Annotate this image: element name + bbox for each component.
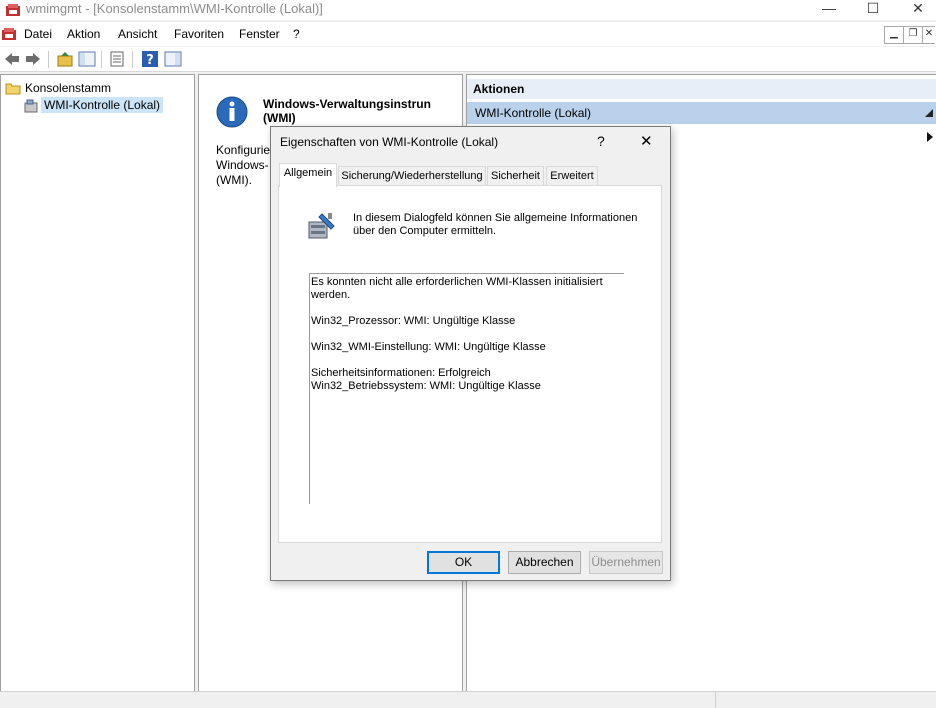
snapin-description: Konfigurie Windows- (WMI). (216, 143, 270, 188)
wmi-app-icon (6, 4, 20, 16)
tree-item-wmi-control[interactable]: WMI-Kontrolle (Lokal) (41, 97, 164, 113)
info-icon (216, 96, 248, 128)
menu-datei[interactable]: Datei (24, 27, 52, 41)
cancel-button[interactable]: Abbrechen (508, 551, 581, 574)
wmi-control-icon (24, 99, 38, 113)
menu-favoriten[interactable]: Favoriten (174, 27, 224, 41)
status-separator (715, 692, 716, 708)
heading-line: Windows-Verwaltungsinstrun (263, 97, 431, 111)
status-message: Win32_Betriebssystem: WMI: Ungültige Kla… (311, 380, 541, 392)
tab-erweitert[interactable]: Erweitert (546, 166, 598, 186)
window-title: wmimgmt - [Konsolenstamm\WMI-Kontrolle (… (26, 1, 323, 16)
actions-header: Aktionen (467, 79, 936, 99)
properties-icon[interactable] (108, 50, 126, 68)
status-bar (0, 691, 936, 708)
up-folder-icon[interactable] (56, 50, 74, 68)
status-messages-box: Es konnten nicht alle erforderlichen WMI… (309, 273, 624, 504)
close-button[interactable]: ✕ (895, 0, 936, 20)
menu-ansicht[interactable]: Ansicht (118, 27, 157, 41)
status-message: Win32_Prozessor: WMI: Ungültige Klasse (311, 315, 516, 327)
maximize-button[interactable]: ☐ (850, 0, 896, 20)
toolbar-separator (132, 51, 133, 68)
status-message: Sicherheitsinformationen: Erfolgreich (311, 367, 491, 379)
message-line: Es konnten nicht alle erforderlichen WMI… (311, 276, 603, 288)
intro-line: über den Computer ermitteln. (353, 225, 497, 237)
tab-sicherheit[interactable]: Sicherheit (487, 166, 544, 186)
intro-line: In diesem Dialogfeld können Sie allgemei… (353, 212, 638, 224)
properties-dialog: Eigenschaften von WMI-Kontrolle (Lokal) … (270, 126, 671, 581)
show-action-pane-icon[interactable] (164, 50, 182, 68)
tab-allgemein[interactable]: Allgemein (279, 163, 337, 187)
mdi-minimize-button[interactable]: ▁ (884, 26, 904, 44)
title-bar: wmimgmt - [Konsolenstamm\WMI-Kontrolle (… (0, 0, 936, 20)
menu-fenster[interactable]: Fenster (239, 27, 280, 41)
mdi-restore-button[interactable]: ❐ (903, 26, 923, 44)
tab-sicherung[interactable]: Sicherung/Wiederherstellung (338, 166, 486, 186)
menu-help[interactable]: ? (293, 27, 300, 41)
status-message: Es konnten nicht alle erforderlichen WMI… (311, 276, 603, 302)
dialog-intro-text: In diesem Dialogfeld können Sie allgemei… (353, 212, 637, 238)
ok-button[interactable]: OK (427, 551, 500, 574)
tree-item-konsolenstamm[interactable]: Konsolenstamm (25, 81, 111, 95)
more-actions-arrow-icon[interactable] (927, 132, 933, 142)
forward-arrow-icon[interactable] (24, 50, 42, 68)
menu-bar: Datei Aktion Ansicht Favoriten Fenster ?… (0, 22, 936, 46)
svg-text:?: ? (146, 53, 154, 68)
snapin-heading: Windows-Verwaltungsinstrun (WMI) (263, 97, 461, 125)
description-line: Konfigurie (216, 143, 271, 157)
apply-button[interactable]: Übernehmen (589, 551, 663, 574)
toolbar-separator (48, 51, 49, 68)
back-arrow-icon[interactable] (3, 50, 21, 68)
dialog-close-button[interactable]: ✕ (640, 132, 653, 150)
folder-icon (5, 83, 21, 95)
computer-tools-icon (308, 213, 335, 239)
help-icon[interactable]: ? (141, 50, 159, 68)
collapse-arrow-icon[interactable] (925, 109, 933, 117)
description-line: Windows- (216, 158, 269, 172)
heading-line: (WMI) (263, 111, 296, 125)
console-tree-pane: Konsolenstamm WMI-Kontrolle (Lokal) (0, 74, 195, 692)
message-line: werden. (311, 289, 351, 301)
status-message: Win32_WMI-Einstellung: WMI: Ungültige Kl… (311, 341, 546, 353)
mdi-close-button[interactable]: ✕ (922, 26, 935, 44)
toolbar-separator (101, 51, 102, 68)
console-icon (2, 28, 16, 40)
dialog-title: Eigenschaften von WMI-Kontrolle (Lokal) (280, 135, 499, 149)
show-hide-tree-icon[interactable] (78, 50, 96, 68)
actions-section-wmi-control[interactable]: WMI-Kontrolle (Lokal) (467, 102, 936, 124)
menu-aktion[interactable]: Aktion (67, 27, 100, 41)
description-line: (WMI). (216, 173, 252, 187)
dialog-help-button[interactable]: ? (597, 133, 605, 149)
toolbar: ? (0, 47, 936, 72)
actions-section-label: WMI-Kontrolle (Lokal) (475, 106, 592, 120)
minimize-button[interactable]: — (806, 0, 852, 20)
tab-page-allgemein: In diesem Dialogfeld können Sie allgemei… (278, 185, 662, 543)
